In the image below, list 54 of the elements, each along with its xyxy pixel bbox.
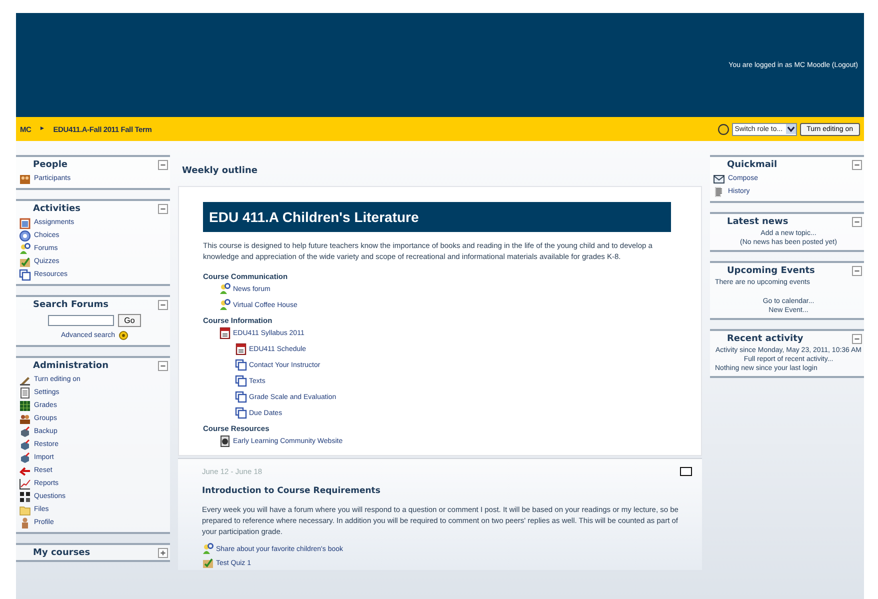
block-title: My courses [33,548,90,558]
section-heading: Weekly outline [181,165,258,178]
pdf-icon [235,343,247,355]
week-title: Introduction to Course Requirements [202,486,382,496]
collapse-icon[interactable] [158,204,168,214]
collapse-icon[interactable] [852,334,862,344]
collapse-icon[interactable] [852,217,862,227]
pdf-icon [219,327,231,339]
pages-icon [235,375,247,387]
search-field[interactable] [48,315,114,326]
caret-icon [786,124,796,134]
block-title: Activities [33,204,80,214]
block-title: Administration [33,361,109,371]
folder-icon [19,504,31,516]
globe-page-icon [219,435,231,447]
block-title: People [33,160,68,170]
go-button[interactable]: Go [118,314,141,327]
cube-icon [19,438,31,450]
collapse-icon[interactable] [852,266,862,276]
pages-icon [235,359,247,371]
cube-icon [19,426,31,438]
block-title: Search Forums [33,300,109,310]
person-icon [19,516,31,528]
square-icon[interactable] [680,467,692,476]
users-icon [19,242,31,254]
expand-icon[interactable] [158,548,168,558]
clipboard-icon [19,216,31,228]
users-icon [219,283,231,295]
line-chart-icon [19,478,31,490]
envelope-icon [713,172,725,184]
block-title: Recent activity [727,334,804,344]
pages-icon [235,391,247,403]
block-title: Quickmail [727,160,778,170]
course-title-banner: EDU 411.A Children's Literature [203,202,671,232]
cube-icon [19,452,31,464]
block-title: Upcoming Events [727,266,815,276]
users-icon [202,543,214,555]
arrow-icon [19,464,31,476]
users-icon [219,299,231,311]
document-icon [19,386,31,398]
list-icon [713,186,725,198]
collapse-icon[interactable] [158,361,168,371]
grid-icon [19,400,31,412]
pages-icon [19,268,31,280]
block-title: Latest news [727,217,788,227]
pages-icon [235,407,247,419]
people-icon [19,172,31,184]
collapse-icon[interactable] [852,160,862,170]
grid-icon [19,490,31,502]
checklist-icon [19,256,31,268]
collapse-icon[interactable] [158,300,168,310]
people-icon [19,412,31,424]
collapse-icon[interactable] [158,160,168,170]
checklist-icon [202,557,214,569]
